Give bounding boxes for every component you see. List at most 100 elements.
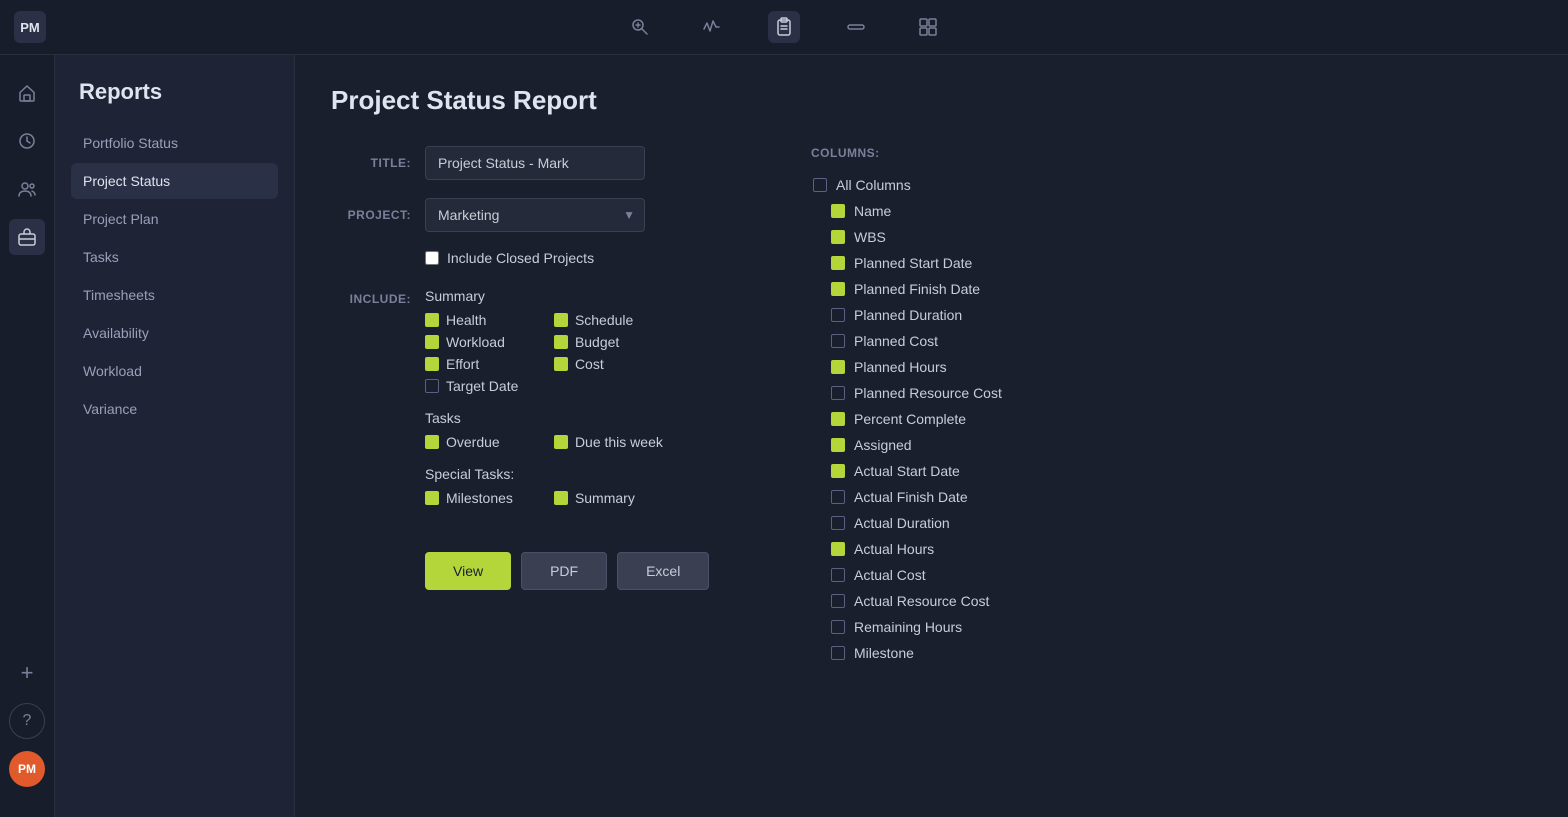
col-label-actual-duration: Actual Duration xyxy=(854,515,950,531)
col-checkbox-actual-start-date[interactable] xyxy=(831,464,845,478)
effort-label: Effort xyxy=(446,356,479,372)
summary-grid: Health Schedule Workload Budget xyxy=(425,312,663,394)
col-checkbox-planned-cost[interactable] xyxy=(831,334,845,348)
cost-checkbox[interactable] xyxy=(554,357,568,371)
tasks-group-title: Tasks xyxy=(425,410,663,426)
pdf-button[interactable]: PDF xyxy=(521,552,607,590)
sidebar-item-workload[interactable]: Workload xyxy=(71,353,278,389)
col-item-planned-duration: Planned Duration xyxy=(811,302,1127,328)
col-label-planned-duration: Planned Duration xyxy=(854,307,962,323)
col-checkbox-actual-duration[interactable] xyxy=(831,516,845,530)
col-item-milestone: Milestone xyxy=(811,640,1127,666)
budget-check-item: Budget xyxy=(554,334,663,350)
layout-icon[interactable] xyxy=(912,11,944,43)
help-nav-icon[interactable]: ? xyxy=(9,703,45,739)
clipboard-icon[interactable] xyxy=(768,11,800,43)
columns-panel: COLUMNS: All Columns Name WBS xyxy=(811,146,1131,672)
col-label-planned-start-date: Planned Start Date xyxy=(854,255,972,271)
sidebar-item-portfolio-status[interactable]: Portfolio Status xyxy=(71,125,278,161)
view-button[interactable]: View xyxy=(425,552,511,590)
schedule-label: Schedule xyxy=(575,312,633,328)
search-zoom-icon[interactable] xyxy=(624,11,656,43)
col-item-name: Name xyxy=(811,198,1127,224)
user-avatar[interactable]: PM xyxy=(9,751,45,787)
col-label-milestone: Milestone xyxy=(854,645,914,661)
briefcase-nav-icon[interactable] xyxy=(9,219,45,255)
budget-checkbox[interactable] xyxy=(554,335,568,349)
col-label-assigned: Assigned xyxy=(854,437,912,453)
col-item-assigned: Assigned xyxy=(811,432,1127,458)
special-tasks-grid: Milestones Summary xyxy=(425,490,663,506)
include-options: Summary Health Schedule Workload xyxy=(425,288,663,522)
overdue-checkbox[interactable] xyxy=(425,435,439,449)
col-label-all-columns: All Columns xyxy=(836,177,911,193)
col-checkbox-remaining-hours[interactable] xyxy=(831,620,845,634)
col-label-planned-cost: Planned Cost xyxy=(854,333,938,349)
col-item-actual-finish-date: Actual Finish Date xyxy=(811,484,1127,510)
title-label: TITLE: xyxy=(331,156,411,170)
col-item-percent-complete: Percent Complete xyxy=(811,406,1127,432)
col-item-remaining-hours: Remaining Hours xyxy=(811,614,1127,640)
col-checkbox-planned-resource-cost[interactable] xyxy=(831,386,845,400)
col-checkbox-actual-finish-date[interactable] xyxy=(831,490,845,504)
columns-scroll: All Columns Name WBS Planned Start Date xyxy=(811,172,1131,672)
workload-checkbox[interactable] xyxy=(425,335,439,349)
cost-label: Cost xyxy=(575,356,604,372)
col-checkbox-planned-hours[interactable] xyxy=(831,360,845,374)
overdue-check-item: Overdue xyxy=(425,434,534,450)
sidebar-item-tasks[interactable]: Tasks xyxy=(71,239,278,275)
milestones-check-item: Milestones xyxy=(425,490,534,506)
sidebar-item-timesheets[interactable]: Timesheets xyxy=(71,277,278,313)
sidebar-title: Reports xyxy=(71,79,278,105)
col-checkbox-assigned[interactable] xyxy=(831,438,845,452)
col-item-planned-start-date: Planned Start Date xyxy=(811,250,1127,276)
col-checkbox-planned-finish-date[interactable] xyxy=(831,282,845,296)
col-item-planned-resource-cost: Planned Resource Cost xyxy=(811,380,1127,406)
col-checkbox-all-columns[interactable] xyxy=(813,178,827,192)
target-date-checkbox[interactable] xyxy=(425,379,439,393)
sidebar-item-project-status[interactable]: Project Status xyxy=(71,163,278,199)
summary2-checkbox[interactable] xyxy=(554,491,568,505)
page-title: Project Status Report xyxy=(331,85,1532,116)
col-checkbox-actual-hours[interactable] xyxy=(831,542,845,556)
col-checkbox-milestone[interactable] xyxy=(831,646,845,660)
col-item-planned-hours: Planned Hours xyxy=(811,354,1127,380)
col-checkbox-wbs[interactable] xyxy=(831,230,845,244)
due-this-week-checkbox[interactable] xyxy=(554,435,568,449)
budget-label: Budget xyxy=(575,334,619,350)
health-checkbox[interactable] xyxy=(425,313,439,327)
col-label-planned-hours: Planned Hours xyxy=(854,359,947,375)
col-label-percent-complete: Percent Complete xyxy=(854,411,966,427)
col-checkbox-planned-start-date[interactable] xyxy=(831,256,845,270)
people-nav-icon[interactable] xyxy=(9,171,45,207)
col-label-actual-start-date: Actual Start Date xyxy=(854,463,960,479)
clock-nav-icon[interactable] xyxy=(9,123,45,159)
col-checkbox-planned-duration[interactable] xyxy=(831,308,845,322)
col-checkbox-percent-complete[interactable] xyxy=(831,412,845,426)
milestones-checkbox[interactable] xyxy=(425,491,439,505)
col-checkbox-actual-cost[interactable] xyxy=(831,568,845,582)
schedule-checkbox[interactable] xyxy=(554,313,568,327)
include-closed-checkbox[interactable] xyxy=(425,251,439,265)
activity-icon[interactable] xyxy=(696,11,728,43)
excel-button[interactable]: Excel xyxy=(617,552,709,590)
sidebar-item-variance[interactable]: Variance xyxy=(71,391,278,427)
sidebar-item-availability[interactable]: Availability xyxy=(71,315,278,351)
title-input[interactable] xyxy=(425,146,645,180)
col-checkbox-actual-resource-cost[interactable] xyxy=(831,594,845,608)
project-select[interactable]: Marketing Development Design Finance xyxy=(425,198,645,232)
include-label: INCLUDE: xyxy=(331,292,411,306)
col-item-actual-cost: Actual Cost xyxy=(811,562,1127,588)
target-date-label: Target Date xyxy=(446,378,518,394)
include-row: INCLUDE: Summary Health Schedule xyxy=(331,288,751,522)
add-nav-icon[interactable]: + xyxy=(9,655,45,691)
project-label: PROJECT: xyxy=(331,208,411,222)
link-icon[interactable] xyxy=(840,11,872,43)
col-checkbox-name[interactable] xyxy=(831,204,845,218)
workload-check-item: Workload xyxy=(425,334,534,350)
logo-button[interactable]: PM xyxy=(14,11,46,43)
home-nav-icon[interactable] xyxy=(9,75,45,111)
col-label-planned-finish-date: Planned Finish Date xyxy=(854,281,980,297)
sidebar-item-project-plan[interactable]: Project Plan xyxy=(71,201,278,237)
effort-checkbox[interactable] xyxy=(425,357,439,371)
